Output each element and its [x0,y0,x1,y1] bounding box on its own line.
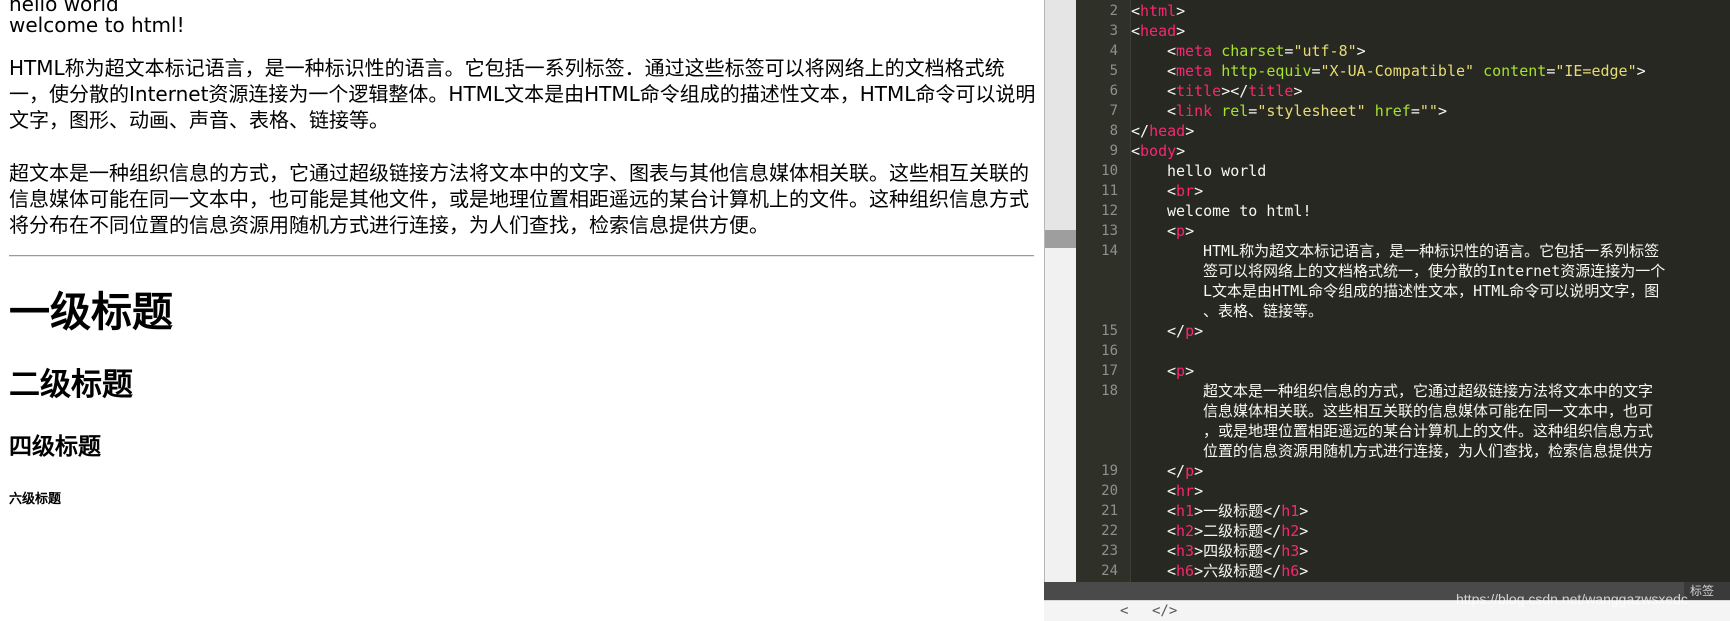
code-line: </p> [1167,462,1204,480]
code-line: <link rel="stylesheet" href=""> [1167,102,1447,120]
code-line: <br> [1167,182,1204,200]
line-number: 13 [1101,223,1118,239]
splitter-handle[interactable] [1045,230,1077,248]
code-line-wrap: ，或是地理位置相距遥远的某台计算机上的文件。这种组织信息方式 [1203,422,1654,440]
preview-paragraph-1: HTML称为超文本标记语言，是一种标识性的语言。它包括一系列标签．通过这些标签可… [9,56,1036,132]
pane-splitter[interactable] [1044,0,1077,621]
code-line: <body> [1131,142,1186,160]
line-number: 18 [1101,383,1118,399]
line-number: 16 [1101,343,1118,359]
preview-text-welcome: welcome to html! [9,13,185,37]
code-view-icon[interactable]: </> [1152,602,1177,620]
code-line: <html> [1131,2,1186,20]
back-chevron-icon[interactable]: < [1120,602,1128,620]
code-line: <meta charset="utf-8"> [1167,42,1366,60]
preview-horizontal-rule [9,255,1034,257]
rendered-preview-pane: hello world welcome to html! HTML称为超文本标记… [0,0,1044,621]
preview-heading-6: 六级标题 [9,492,62,507]
code-line: welcome to html! [1167,202,1312,220]
line-number: 23 [1101,543,1118,559]
line-number: 10 [1101,163,1118,179]
preview-heading-2: 二级标题 [9,367,133,403]
preview-heading-3: 四级标题 [9,434,101,460]
code-line: <meta http-equiv="X-UA-Compatible" conte… [1167,62,1646,80]
line-number: 12 [1101,203,1118,219]
code-line-wrap: L文本是由HTML命令组成的描述性文本，HTML命令可以说明文字，图 [1203,282,1660,300]
code-line: <h2>二级标题</h2> [1167,522,1309,540]
line-number: 24 [1101,563,1118,579]
code-line: </head> [1131,122,1195,140]
line-number: 4 [1109,43,1118,59]
splitter-track [1045,248,1077,588]
code-line: <h6>六级标题</h6> [1167,562,1309,580]
line-number: 11 [1101,183,1118,199]
line-number: 17 [1101,363,1118,379]
code-line: <h1>一级标题</h1> [1167,502,1309,520]
line-number: 21 [1101,503,1118,519]
line-number: 7 [1109,103,1118,119]
watermark-url: https://blog.csdn.net/wanggazwsxedc [1456,591,1688,607]
line-number: 20 [1101,483,1118,499]
code-editor[interactable]: 2 3 4 5 6 7 8 9 10 11 12 13 14 15 16 17 … [1076,0,1730,582]
line-number: 14 [1101,243,1118,259]
line-number-gutter: 2 3 4 5 6 7 8 9 10 11 12 13 14 15 16 17 … [1076,0,1130,582]
code-line: <head> [1131,22,1186,40]
code-line: 超文本是一种组织信息的方式，它通过超级链接方法将文本中的文字 [1203,382,1654,400]
code-line: <h3>四级标题</h3> [1167,542,1309,560]
line-number: 8 [1109,123,1118,139]
line-number: 5 [1109,63,1118,79]
code-line-wrap: 信息媒体相关联。这些相互关联的信息媒体可能在同一文本中，也可 [1203,402,1654,420]
line-number: 2 [1109,3,1118,19]
preview-heading-1: 一级标题 [9,288,173,336]
code-line: <hr> [1167,482,1204,500]
preview-paragraph-2: 超文本是一种组织信息的方式，它通过超级链接方法将文本中的文字、图表与其他信息媒体… [9,161,1029,237]
code-line: <p> [1167,222,1195,240]
line-number: 9 [1109,143,1118,159]
line-number: 6 [1109,83,1118,99]
code-line: HTML称为超文本标记语言，是一种标识性的语言。它包括一系列标签 [1203,242,1660,260]
code-line-wrap: 签可以将网络上的文档格式统一，使分散的Internet资源连接为一个 [1203,262,1666,280]
code-line: </p> [1167,322,1204,340]
line-number: 19 [1101,463,1118,479]
code-line-wrap: 、表格、链接等。 [1203,302,1324,320]
code-line: <title></title> [1167,82,1303,100]
line-number: 15 [1101,323,1118,339]
code-line: <p> [1167,362,1195,380]
fold-column [1131,0,1145,582]
line-number: 3 [1109,23,1118,39]
line-number: 22 [1101,523,1118,539]
code-line-wrap: 位置的信息资源用随机方式进行连接，为人们查找，检索信息提供方 [1203,442,1654,460]
code-line: hello world [1167,162,1267,180]
status-mode-label[interactable]: 标签 [1684,582,1730,600]
